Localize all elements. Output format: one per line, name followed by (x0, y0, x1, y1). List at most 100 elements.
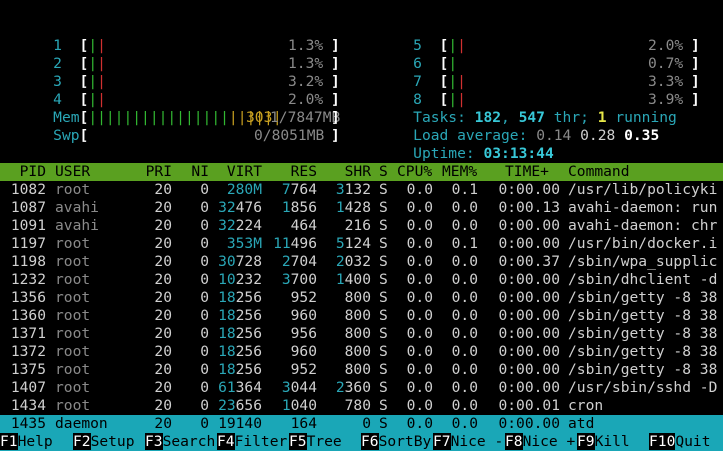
cell-time: 0:00.00 (498, 289, 560, 306)
cell-s: S (379, 199, 388, 216)
cell-res: 1856 (281, 199, 317, 216)
cell-cmd: /usr/lib/policyki (568, 181, 718, 198)
process-row[interactable]: 1434 root 20 0 23656 1040 780 S 0.0 0.0 0:00.01 cro… (0, 397, 723, 415)
fkey-f5[interactable]: F5Tree (289, 433, 342, 451)
cell-pri: 20 (154, 361, 172, 378)
cell-res: 1040 (281, 397, 317, 414)
cell-time: 0:00.00 (498, 181, 560, 198)
cell-shr: 800 (344, 343, 371, 360)
cell-virt: 18256 (218, 289, 262, 306)
cell-s: S (379, 397, 388, 414)
fkey-f4[interactable]: F4Filter (217, 433, 288, 451)
cell-cmd: avahi-daemon: run (568, 199, 718, 216)
col-pri[interactable]: PRI (130, 163, 172, 181)
cell-user: root (55, 235, 91, 252)
process-row[interactable]: 1087 avahi 20 0 32476 1856 1428 S 0.0 0.0 0:00.13 a… (0, 199, 723, 217)
col-ni[interactable]: NI (175, 163, 209, 181)
cell-virt: 61364 (218, 379, 262, 396)
cell-virt: 19140 (218, 415, 262, 432)
fkey-f10[interactable]: F10Quit (649, 433, 711, 451)
cell-s: S (379, 343, 388, 360)
cell-res: 960 (290, 307, 317, 324)
cell-virt: 353M (226, 235, 262, 252)
cell-virt: 280M (226, 181, 262, 198)
process-table-header[interactable]: PID USER PRI NI VIRT RES SHR S CPU% MEM%… (0, 163, 723, 181)
cell-time: 0:00.00 (498, 415, 560, 432)
cell-pid: 1197 (10, 235, 46, 252)
cell-virt: 18256 (218, 361, 262, 378)
cell-cmd: cron (568, 397, 604, 414)
cell-pid: 1198 (10, 253, 46, 270)
cell-cpu: 0.0 (406, 325, 433, 342)
col-res[interactable]: RES (265, 163, 317, 181)
process-row[interactable]: 1407 root 20 0 61364 3044 2360 S 0.0 0.0 0:00.00/u… (0, 379, 723, 397)
fkey-f7[interactable]: F7Nice - (433, 433, 504, 451)
cell-cmd: /sbin/getty -8 38 (568, 343, 718, 360)
cell-mem: 0.0 (451, 307, 478, 324)
col-mem[interactable]: MEM% (442, 163, 477, 181)
process-row[interactable]: 1082 root 20 0 280M 7764 3132 S 0.0 0.1 0:00.00/us… (0, 181, 723, 199)
cell-res: 7764 (281, 181, 317, 198)
cell-ni: 0 (200, 379, 209, 396)
process-row[interactable]: 1356 root 20 0 18256 952 800 S 0.0 0.0 0:00.00/sbi… (0, 289, 723, 307)
fkey-f6[interactable]: F6SortBy (361, 433, 432, 451)
cell-cmd: atd (568, 415, 595, 432)
cell-shr: 1428 (335, 199, 371, 216)
process-row[interactable]: 1435 daemon 20 0 19140 164 0 S 0.0 0.0 0:00.00 atd (0, 415, 723, 433)
cell-ni: 0 (200, 271, 209, 288)
cell-s: S (379, 271, 388, 288)
cell-s: S (379, 217, 388, 234)
cell-pri: 20 (154, 181, 172, 198)
col-user[interactable]: USER (55, 163, 90, 181)
cell-pri: 20 (154, 307, 172, 324)
cell-pid: 1356 (10, 289, 46, 306)
fkey-f1[interactable]: F1Help (0, 433, 53, 451)
cell-shr: 1400 (335, 271, 371, 288)
cell-cpu: 0.0 (406, 217, 433, 234)
cell-user: root (55, 343, 91, 360)
col-virt[interactable]: VIRT (212, 163, 262, 181)
cell-ni: 0 (200, 343, 209, 360)
cell-s: S (379, 253, 388, 270)
col-pid[interactable]: PID (0, 163, 46, 181)
cell-pri: 20 (154, 253, 172, 270)
fkey-f8[interactable]: F8Nice + (505, 433, 576, 451)
col-shr[interactable]: SHR (320, 163, 371, 181)
cell-shr: 780 (344, 397, 371, 414)
process-row[interactable]: 1375 root 20 0 18256 952 800 S 0.0 0.0 0:00.00/sbi… (0, 361, 723, 379)
fkey-f9[interactable]: F9Kill (577, 433, 630, 451)
cell-time: 0:00.01 (498, 397, 560, 414)
cell-ni: 0 (200, 325, 209, 342)
cell-cpu: 0.0 (406, 397, 433, 414)
process-row[interactable]: 1198 root 20 0 30728 2704 2032 S 0.0 0.0 0:00.37/s… (0, 253, 723, 271)
col-time[interactable]: TIME+ (505, 163, 549, 181)
cell-res: 164 (290, 415, 317, 432)
cell-cpu: 0.0 (406, 235, 433, 252)
cell-pri: 20 (154, 271, 172, 288)
cell-user: avahi (55, 217, 99, 234)
cell-shr: 2032 (335, 253, 371, 270)
cpu-meter-4: 4 [|| 2.0%] (53, 91, 340, 108)
process-row[interactable]: 1360 root 20 0 18256 960 800 S 0.0 0.0 0:00.00/sbi… (0, 307, 723, 325)
cell-pid: 1087 (10, 199, 46, 216)
col-cpu[interactable]: CPU% (397, 163, 432, 181)
process-row[interactable]: 1197 root 20 0 353M 11496 5124 S 0.0 0.1 0:00.00/u… (0, 235, 723, 253)
fkey-f2[interactable]: F2Setup (73, 433, 135, 451)
cell-shr: 3132 (335, 181, 371, 198)
cell-shr: 216 (344, 217, 371, 234)
cell-res: 3700 (281, 271, 317, 288)
cell-time: 0:00.00 (498, 343, 560, 360)
process-row[interactable]: 1371 root 20 0 18256 956 800 S 0.0 0.0 0:00.00/sbi… (0, 325, 723, 343)
process-row[interactable]: 1372 root 20 0 18256 960 800 S 0.0 0.0 0:00.00/sbi… (0, 343, 723, 361)
fkey-f3[interactable]: F3Search (145, 433, 216, 451)
cell-time: 0:00.00 (498, 325, 560, 342)
col-command[interactable]: Command (568, 163, 630, 181)
process-row[interactable]: 1091 avahi 20 0 32224 464 216 S 0.0 0.0 0:00.00 ava… (0, 217, 723, 235)
cpu-meter-2: 2 [|| 1.3%] (53, 55, 340, 72)
mem-meter: Mem[|||||||||||||||||||||| 303 1/7847MB] (53, 109, 341, 126)
col-state[interactable]: S (379, 163, 388, 181)
cell-mem: 0.0 (451, 343, 478, 360)
process-row[interactable]: 1232 root 20 0 10232 3700 1400 S 0.0 0.0 0:00.00/s… (0, 271, 723, 289)
cell-shr: 2360 (335, 379, 371, 396)
cell-user: root (55, 181, 91, 198)
